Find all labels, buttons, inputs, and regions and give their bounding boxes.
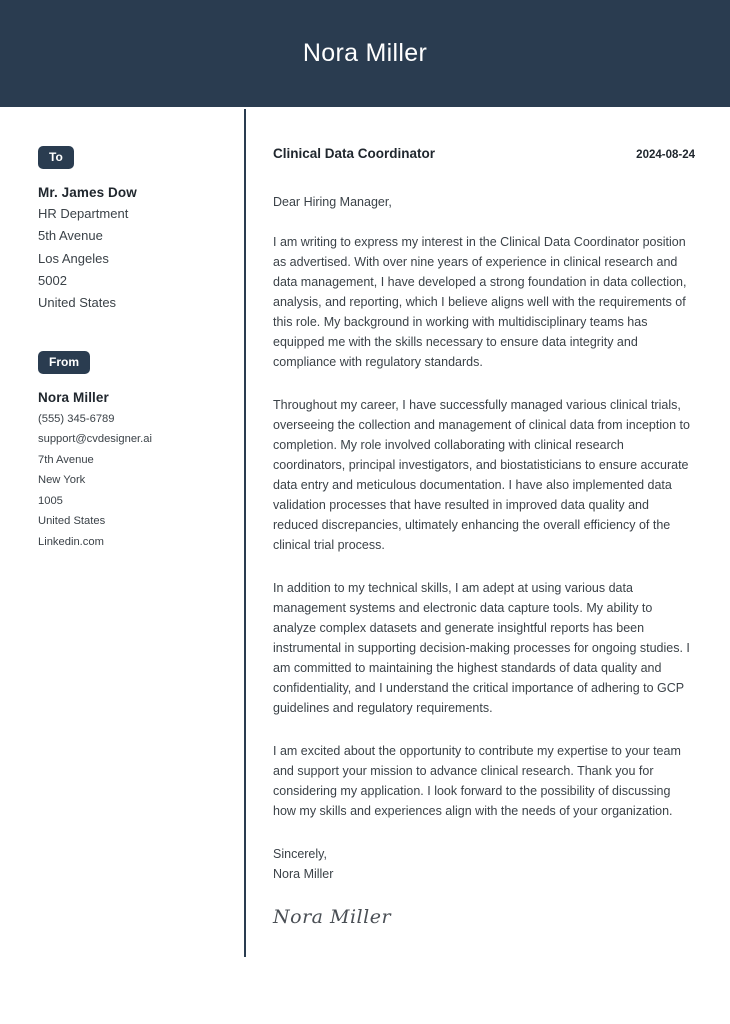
sender-address-line: 1005 [38,494,63,507]
letter-header-row: Clinical Data Coordinator 2024-08-24 [273,146,695,161]
letter-paragraph: I am excited about the opportunity to co… [273,744,681,818]
recipient-address-line: HR Department [38,206,129,221]
salutation: Dear Hiring Manager, [273,195,392,209]
sender-address-line: 7th Avenue [38,453,94,466]
sender-name: Nora Miller [38,390,109,406]
closing-word: Sincerely, [273,847,327,861]
letter-content: Clinical Data Coordinator 2024-08-24 Dea… [273,107,695,928]
sender-address-line: United States [38,515,106,528]
closing-name: Nora Miller [273,867,334,881]
from-badge: From [38,351,90,375]
job-title: Clinical Data Coordinator [273,146,436,161]
signature: Nora Miller [273,906,392,928]
sidebar: To Mr. James Dow HR Department 5th Avenu… [38,107,228,549]
closing-block: Sincerely, Nora Miller [273,844,695,884]
recipient-address-line: 5th Avenue [38,228,103,244]
letter-paragraph: I am writing to express my interest in t… [273,235,687,369]
document-body: To Mr. James Dow HR Department 5th Avenu… [0,107,730,1024]
sender-website: Linkedin.com [38,535,104,548]
sender-phone: (555) 345-6789 [38,412,115,425]
letter-paragraph: Throughout my career, I have successfull… [273,398,690,552]
recipient-name: Mr. James Dow [38,185,137,200]
letter-paragraph: In addition to my technical skills, I am… [273,581,690,715]
header-applicant-name: Nora Miller [302,39,428,67]
sender-block: From Nora Miller (555) 345-6789 support@… [38,351,228,549]
recipient-address-line: 5002 [38,272,67,288]
sender-address-line: New York [38,474,86,487]
document-header: Nora Miller [0,0,730,107]
letter-date: 2024-08-24 [636,149,695,161]
recipient-address-line: Los Angeles [38,250,109,266]
recipient-address-line: United States [38,295,117,310]
column-divider [244,109,246,957]
cover-letter-page: Nora Miller To Mr. James Dow HR Departme… [0,0,730,1024]
to-badge: To [38,146,74,169]
recipient-block: To Mr. James Dow HR Department 5th Avenu… [38,146,228,311]
sender-email: support@cvdesigner.ai [38,433,152,446]
